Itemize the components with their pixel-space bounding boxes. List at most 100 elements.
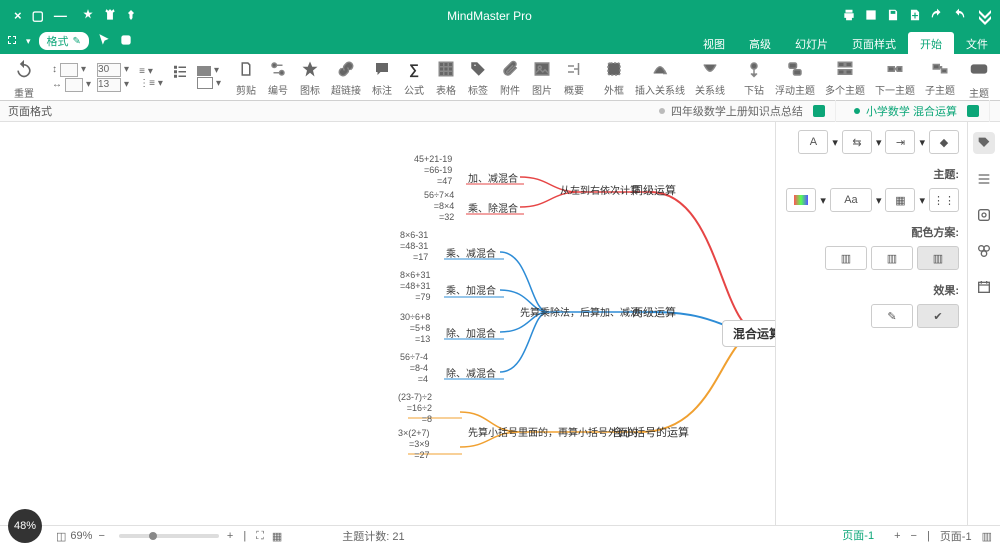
theme-color-btn[interactable] (786, 188, 816, 212)
detail-node[interactable]: 8×6-31=48-31=17 (400, 230, 428, 262)
ribbon-list-group[interactable]: ≡▾ ⋮≡▾ (139, 66, 163, 89)
leaf-node[interactable]: 乘、加混合 (446, 282, 496, 297)
tab-start[interactable]: 开始 (908, 32, 954, 54)
doc-tab-2[interactable]: 小学数学 混合运算 (844, 100, 990, 122)
ribbon-frame[interactable]: 外框 (599, 58, 629, 97)
ribbon-number[interactable]: 编号 (263, 58, 293, 97)
target-icon[interactable] (119, 33, 133, 50)
chevron-down-icon[interactable]: ▾ (26, 36, 31, 47)
zoom-out-icon[interactable]: − (98, 530, 104, 542)
ribbon-note[interactable]: 标注 (367, 58, 397, 97)
rail-list-icon[interactable] (973, 168, 995, 190)
pointer-icon[interactable] (97, 33, 111, 50)
undo-icon[interactable] (952, 8, 966, 25)
canvas[interactable]: 混合运算 同级运算 从左到右依次计算 加、减混合 乘、除混合 45+21-19=… (0, 122, 775, 525)
sub-node[interactable]: 从左到右依次计算 (560, 182, 640, 197)
tab-slideshow[interactable]: 幻灯片 (783, 32, 840, 54)
print-icon[interactable] (842, 8, 856, 25)
detail-node[interactable]: 3×(2+7)=3×9=27 (398, 428, 430, 460)
detail-node[interactable]: 56÷7-4=8-4=4 (400, 352, 428, 384)
leaf-node[interactable]: 除、减混合 (446, 365, 496, 380)
ribbon-tag[interactable]: 标签 (463, 58, 493, 97)
pin-icon[interactable] (125, 9, 137, 24)
page-tab[interactable]: 页面-1 (832, 525, 884, 543)
ribbon-insertrel[interactable]: 插入关系线 (631, 58, 689, 97)
tab-view[interactable]: 视图 (691, 32, 737, 54)
shirt-icon[interactable] (103, 8, 117, 25)
sub-node[interactable]: 先算小括号里面的，再算小括号外面的 (468, 424, 638, 439)
scheme-btn[interactable]: ▥ (917, 246, 959, 270)
panel-font-btn[interactable]: A (798, 130, 828, 154)
scheme-btn[interactable]: ▥ (825, 246, 867, 270)
theme-layout-btn[interactable]: ▦ (885, 188, 915, 212)
tab-file[interactable]: 文件 (954, 32, 1000, 54)
zoom-knob[interactable]: 48% (8, 509, 42, 543)
sub-node[interactable]: 先算乘除法，后算加、减法 (520, 304, 640, 319)
tab-advanced[interactable]: 高级 (737, 32, 783, 54)
ribbon-clip[interactable]: 剪贴 (231, 58, 261, 97)
theme-icon[interactable] (81, 8, 95, 25)
overview-icon[interactable]: ◫ (56, 530, 66, 543)
page-list-icon[interactable]: ▥ (982, 530, 992, 543)
ribbon-table[interactable]: 表格 (431, 58, 461, 97)
leaf-node[interactable]: 乘、除混合 (468, 200, 518, 215)
detail-node[interactable]: 8×6+31=48+31=79 (400, 270, 431, 302)
detail-node[interactable]: (23-7)÷2=16÷2=8 (398, 392, 432, 424)
rail-cal-icon[interactable] (973, 276, 995, 298)
save-icon[interactable] (886, 8, 900, 25)
minimize-icon[interactable]: — (54, 8, 67, 24)
rail-theme-icon[interactable] (973, 204, 995, 226)
close-page-icon[interactable]: − (911, 530, 917, 542)
detail-node[interactable]: 30÷6+8=5+8=13 (400, 312, 430, 344)
ribbon-next[interactable]: 下一主题 (871, 58, 919, 97)
mindmap-root[interactable]: 混合运算 (722, 320, 775, 347)
rail-clip-icon[interactable] (973, 240, 995, 262)
ribbon-size-group[interactable]: ↕▾ ↔▾ (52, 63, 91, 92)
ribbon-fill-group[interactable]: ▾ ▾ (197, 65, 221, 89)
ribbon-outline[interactable] (165, 60, 195, 95)
doc-tab-1[interactable]: 四年级数学上册知识点总结 (649, 100, 836, 122)
ribbon-drill[interactable]: 下钻 (739, 58, 769, 97)
panel-indent-btn[interactable]: ⇥ (885, 130, 915, 154)
ribbon-reset[interactable]: 重置 (6, 55, 42, 100)
maximize-icon[interactable]: ▢ (32, 8, 44, 24)
add-page-icon[interactable]: + (894, 530, 900, 542)
redo-icon[interactable] (930, 8, 944, 25)
rail-format-icon[interactable] (973, 132, 995, 154)
format-pill[interactable]: 格式 ✎ (39, 32, 89, 50)
ribbon-relation[interactable]: 关系线 (691, 58, 729, 97)
ribbon-num-group[interactable]: 30▾ 13▾ (97, 63, 129, 92)
ribbon-sub[interactable]: 子主题 (921, 58, 959, 97)
ribbon-icon[interactable]: 图标 (295, 58, 325, 97)
ribbon-multi[interactable]: 多个主题 (821, 58, 869, 97)
grid-icon[interactable]: ▦ (272, 530, 282, 543)
ribbon-topic[interactable]: 主题 (961, 55, 997, 100)
detail-node[interactable]: 45+21-19=66-19=47 (414, 154, 452, 186)
theme-more-btn[interactable]: ⋮⋮ (929, 188, 959, 212)
scheme-btn[interactable]: ▥ (871, 246, 913, 270)
detail-node[interactable]: 56÷7×4=8×4=32 (424, 190, 454, 222)
theme-font-btn[interactable]: Aa (830, 188, 872, 212)
menu-tabs: ▾ 格式 ✎ 视图 高级 幻灯片 页面样式 开始 文件 (0, 32, 1000, 54)
effect-btn[interactable]: ✎ (871, 304, 913, 328)
ribbon-link[interactable]: 超链接 (327, 58, 365, 97)
panel-fill-btn[interactable]: ◆ (929, 130, 959, 154)
export-icon[interactable] (864, 8, 878, 25)
ribbon-summary[interactable]: 概要 (559, 58, 589, 97)
zoom-slider[interactable] (119, 534, 219, 538)
ribbon-float[interactable]: 浮动主题 (771, 58, 819, 97)
leaf-node[interactable]: 乘、减混合 (446, 245, 496, 260)
expand-icon[interactable] (6, 34, 18, 49)
fit-icon[interactable]: ⛶ (256, 530, 264, 543)
ribbon-image[interactable]: 图片 (527, 58, 557, 97)
close-icon[interactable]: × (14, 8, 22, 24)
panel-align-btn[interactable]: ⇆ (842, 130, 872, 154)
zoom-in-icon[interactable]: + (227, 530, 233, 542)
new-icon[interactable] (908, 8, 922, 25)
ribbon-formula[interactable]: ∑公式 (399, 58, 429, 97)
leaf-node[interactable]: 除、加混合 (446, 325, 496, 340)
tab-pagestyle[interactable]: 页面样式 (840, 32, 908, 54)
ribbon-attach[interactable]: 附件 (495, 58, 525, 97)
leaf-node[interactable]: 加、减混合 (468, 170, 518, 185)
effect-btn[interactable]: ✔ (917, 304, 959, 328)
